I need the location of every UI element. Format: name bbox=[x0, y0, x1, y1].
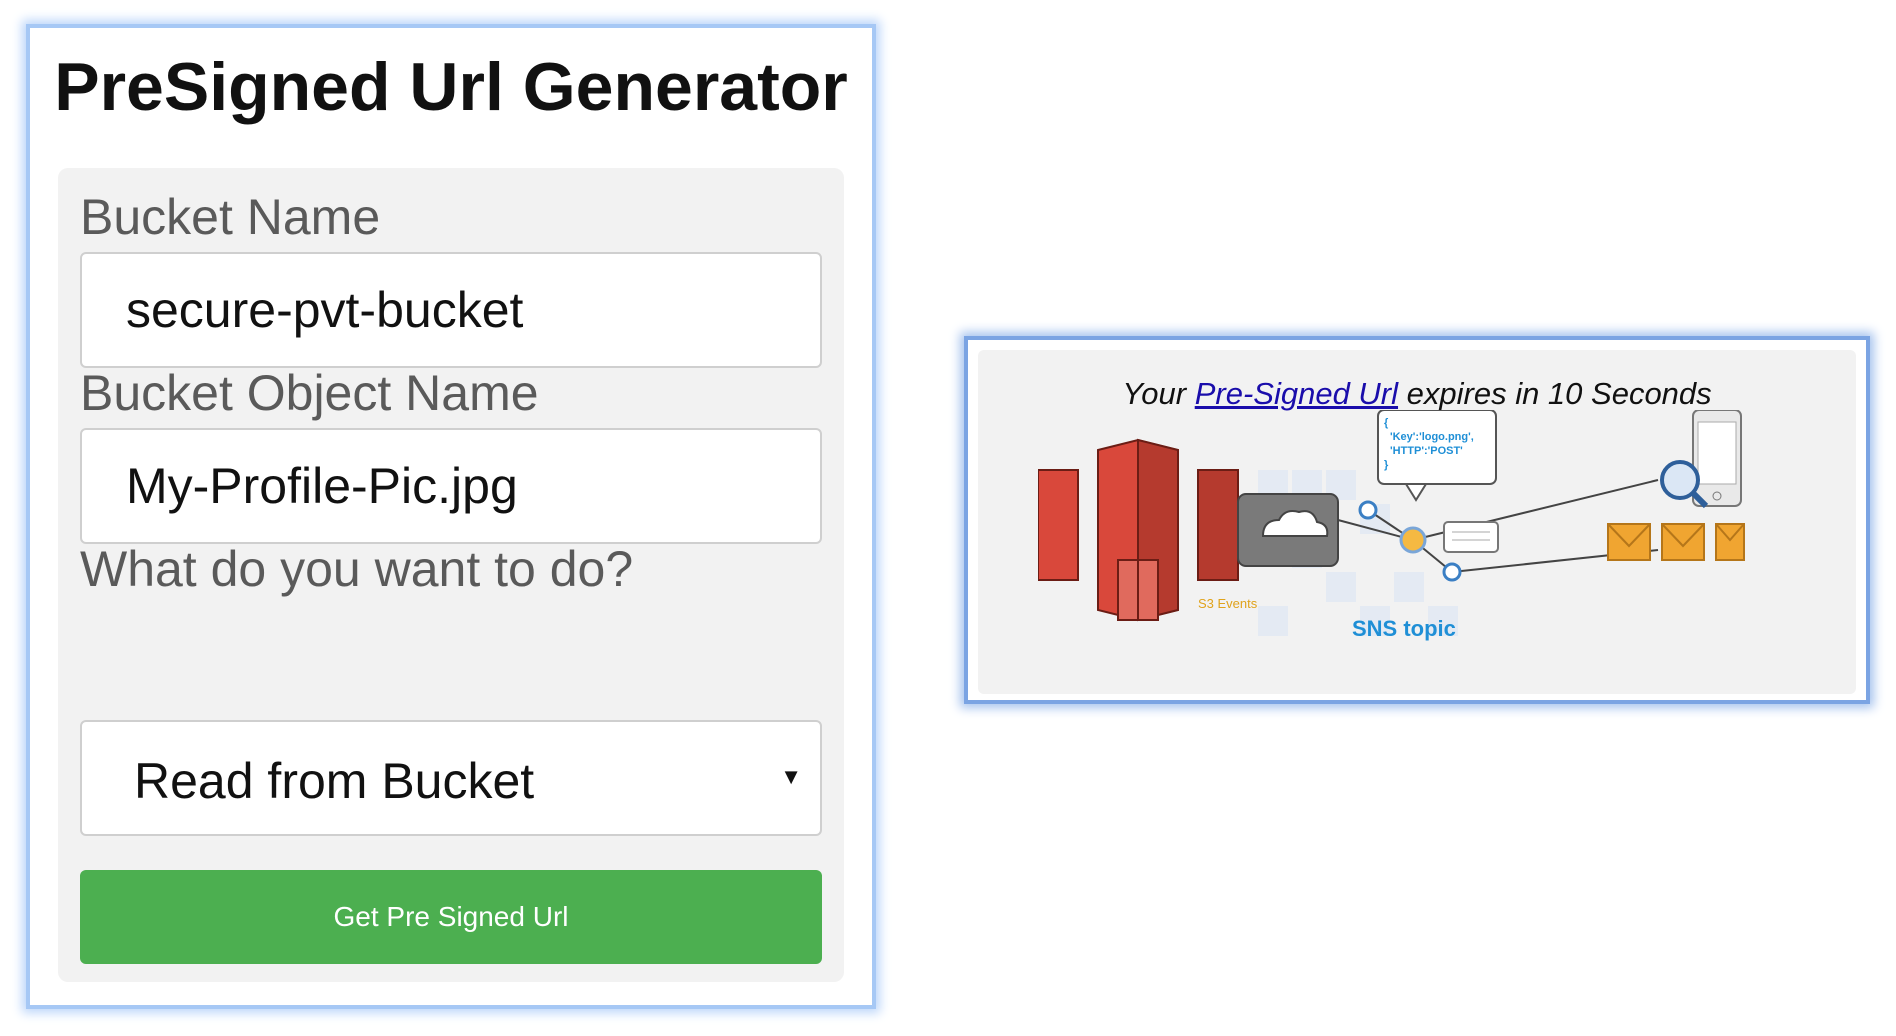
object-name-label: Bucket Object Name bbox=[80, 365, 539, 421]
s3-events-caption: S3 Events bbox=[1198, 596, 1258, 611]
code-line: { bbox=[1384, 417, 1389, 429]
action-select[interactable]: Read from Bucket ▼ bbox=[80, 720, 822, 836]
bucket-name-input[interactable] bbox=[80, 252, 822, 368]
bucket-name-label: Bucket Name bbox=[80, 189, 381, 245]
action-select-value: Read from Bucket bbox=[134, 753, 535, 809]
presigned-url-link[interactable]: Pre-Signed Url bbox=[1195, 376, 1398, 411]
code-bubble: { 'Key':'logo.png', 'HTTP':'POST' } bbox=[1377, 410, 1497, 502]
action-label: What do you want to do? bbox=[80, 541, 634, 597]
result-box: Your Pre-Signed Url expires in 10 Second… bbox=[978, 350, 1856, 694]
generator-form: Bucket Name Bucket Object Name What do y… bbox=[58, 168, 844, 982]
caret-down-icon: ▼ bbox=[780, 764, 802, 789]
code-line: 'Key':'logo.png', bbox=[1390, 431, 1474, 443]
cloud-box-icon bbox=[1237, 493, 1339, 567]
result-panel: Your Pre-Signed Url expires in 10 Second… bbox=[964, 336, 1870, 704]
expiry-suffix: expires in 10 Seconds bbox=[1398, 376, 1712, 411]
sns-topic-caption: SNS topic bbox=[1352, 616, 1456, 641]
code-line: 'HTTP':'POST' bbox=[1390, 445, 1463, 457]
get-presigned-url-button[interactable]: Get Pre Signed Url bbox=[80, 870, 822, 964]
expiry-prefix: Your bbox=[1122, 376, 1195, 411]
envelope-icons bbox=[1607, 523, 1745, 561]
architecture-illustration: S3 Events { 'Key':'logo.png', 'HTTP':'PO… bbox=[1038, 410, 1745, 641]
page-title: PreSigned Url Generator bbox=[54, 49, 848, 125]
expiry-message: Your Pre-Signed Url expires in 10 Second… bbox=[978, 376, 1856, 412]
sns-node-icon bbox=[1358, 500, 1378, 520]
phone-icon bbox=[1692, 410, 1742, 507]
generator-panel: PreSigned Url Generator Bucket Name Buck… bbox=[26, 24, 876, 1009]
code-line: } bbox=[1384, 459, 1389, 471]
sns-node-icon bbox=[1399, 526, 1427, 554]
s3-bucket-icon bbox=[1038, 438, 1239, 622]
sns-node-icon bbox=[1442, 562, 1462, 582]
message-card-icon bbox=[1443, 521, 1499, 553]
object-name-input[interactable] bbox=[80, 428, 822, 544]
